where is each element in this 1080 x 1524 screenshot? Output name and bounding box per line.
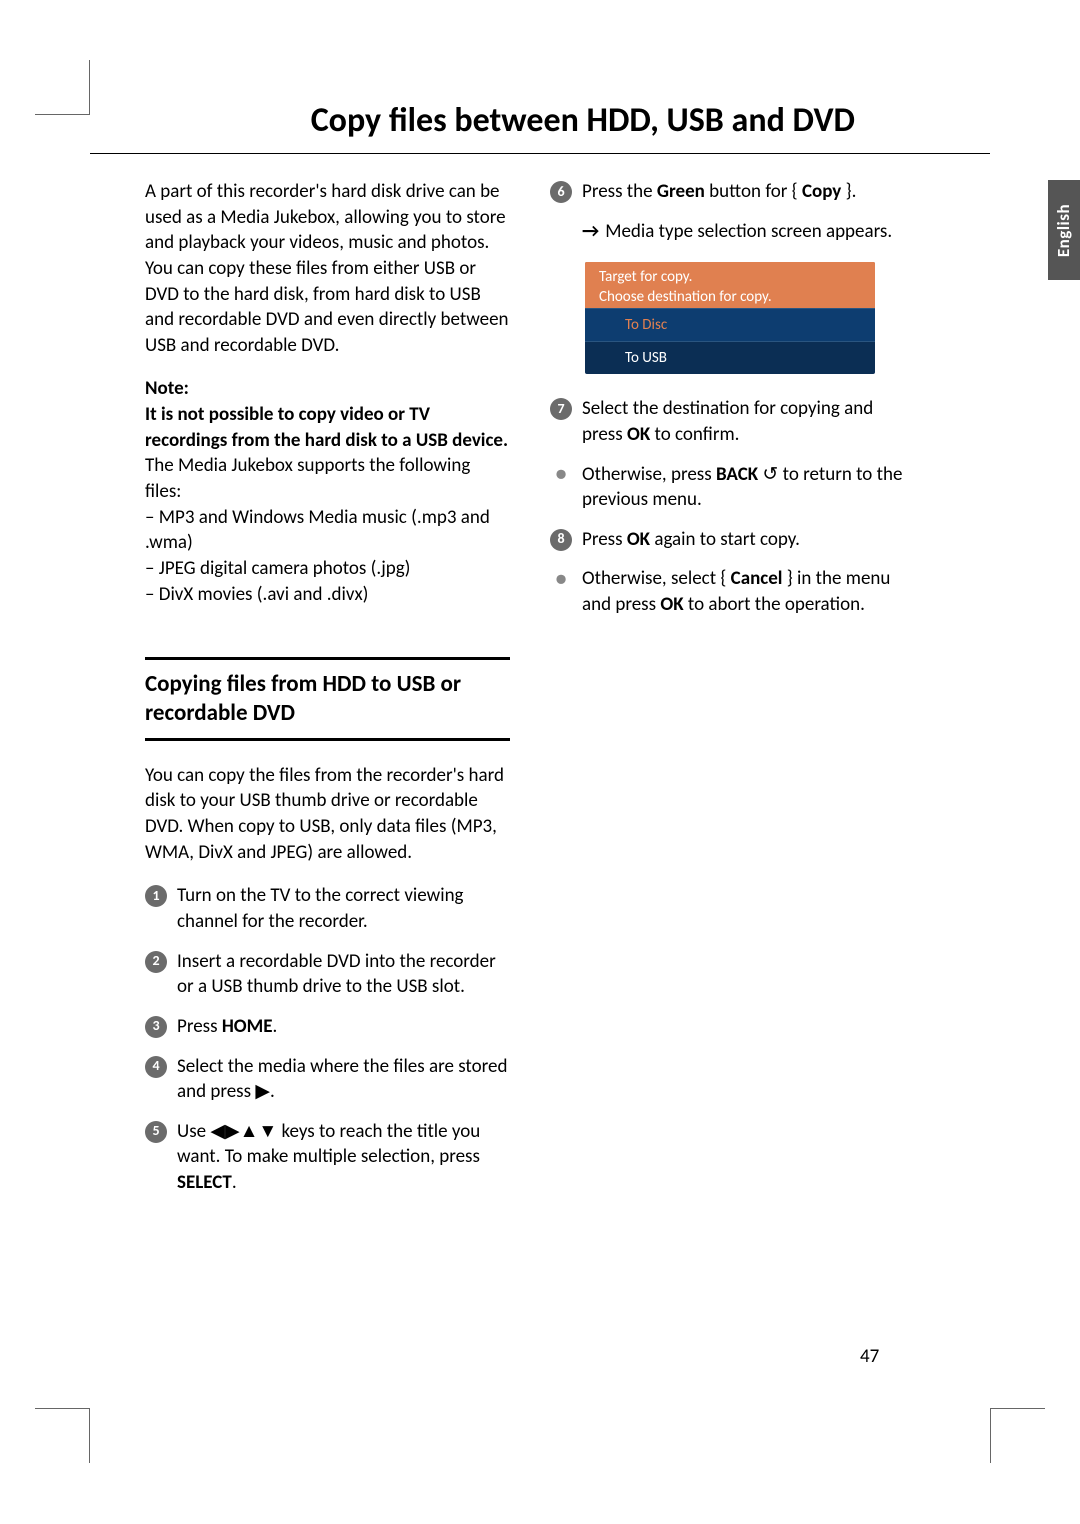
step-number-icon: 8: [550, 529, 572, 551]
step-1: 1 Turn on the TV to the correct viewing …: [145, 883, 510, 934]
target-dialog: Target for copy. Choose destination for …: [585, 262, 875, 374]
note-bold: It is not possible to copy video or TV r…: [145, 402, 510, 453]
bullet-cancel: ● Otherwise, select { Cancel } in the me…: [550, 566, 910, 617]
step-number-icon: 6: [550, 181, 572, 203]
dialog-title: Target for copy.: [585, 262, 875, 288]
crop-mark-tl: [35, 60, 90, 115]
step-number-icon: 2: [145, 951, 167, 973]
step-5: 5 Use ◀▶▲▼ keys to reach the title you w…: [145, 1119, 510, 1196]
step-text: Select the media where the files are sto…: [177, 1054, 510, 1105]
step-6: 6 Press the Green button for { Copy }.: [550, 179, 910, 205]
back-icon: ↺: [758, 463, 778, 486]
columns: A part of this recorder's hard disk driv…: [90, 179, 990, 1210]
step-number-icon: 1: [145, 885, 167, 907]
left-column: A part of this recorder's hard disk driv…: [145, 179, 510, 1210]
right-arrow-icon: ▶: [255, 1081, 270, 1102]
step-text: Turn on the TV to the correct viewing ch…: [177, 883, 510, 934]
note-item: – MP3 and Windows Media music (.mp3 and …: [145, 505, 510, 556]
crop-mark-bl: [35, 1408, 90, 1463]
step-7: 7 Select the destination for copying and…: [550, 396, 910, 447]
note-item: – JPEG digital camera photos (.jpg): [145, 556, 510, 582]
step-number-icon: 4: [145, 1056, 167, 1078]
dialog-subtitle: Choose destination for copy.: [585, 288, 875, 308]
note-label: Note:: [145, 376, 510, 402]
note-plain: The Media Jukebox supports the following…: [145, 453, 510, 504]
step-4: 4 Select the media where the files are s…: [145, 1054, 510, 1105]
note-item: – DivX movies (.avi and .divx): [145, 582, 510, 608]
dialog-option-to-disc[interactable]: To Disc: [585, 308, 875, 342]
bullet-icon: ●: [550, 568, 572, 590]
bullet-text: Otherwise, press BACK ↺ to return to the…: [582, 462, 910, 513]
step-text: Insert a recordable DVD into the recorde…: [177, 949, 510, 1000]
language-label: English: [1054, 203, 1075, 256]
note-block: Note: It is not possible to copy video o…: [145, 376, 510, 607]
page-number: 47: [860, 1345, 879, 1368]
step-8: 8 Press OK again to start copy.: [550, 527, 910, 553]
step-text: Press the Green button for { Copy }.: [582, 179, 910, 205]
intro-text: A part of this recorder's hard disk driv…: [145, 179, 510, 358]
bullet-icon: ●: [550, 464, 572, 486]
step-number-icon: 5: [145, 1121, 167, 1143]
bullet-back: ● Otherwise, press BACK ↺ to return to t…: [550, 462, 910, 513]
right-column: 6 Press the Green button for { Copy }. M…: [550, 179, 910, 1210]
step-text: Select the destination for copying and p…: [582, 396, 910, 447]
crop-mark-br: [990, 1408, 1045, 1463]
step-text: Use ◀▶▲▼ keys to reach the title you wan…: [177, 1119, 510, 1196]
step-2: 2 Insert a recordable DVD into the recor…: [145, 949, 510, 1000]
page-title: Copy files between HDD, USB and DVD: [90, 100, 990, 154]
dpad-arrows-icon: ◀▶▲▼: [210, 1121, 277, 1142]
step-number-icon: 7: [550, 398, 572, 420]
page-content: Copy files between HDD, USB and DVD A pa…: [90, 100, 990, 1210]
language-tab: English: [1048, 180, 1080, 280]
dialog-option-to-usb[interactable]: To USB: [585, 342, 875, 374]
section-intro: You can copy the files from the recorder…: [145, 763, 510, 866]
section-heading: Copying files from HDD to USB or recorda…: [145, 660, 510, 741]
step-6-result: Media type selection screen appears.: [550, 219, 910, 245]
step-text: Press OK again to start copy.: [582, 527, 910, 553]
step-text: Press HOME.: [177, 1014, 510, 1040]
bullet-text: Otherwise, select { Cancel } in the menu…: [582, 566, 910, 617]
step-3: 3 Press HOME.: [145, 1014, 510, 1040]
step-number-icon: 3: [145, 1016, 167, 1038]
